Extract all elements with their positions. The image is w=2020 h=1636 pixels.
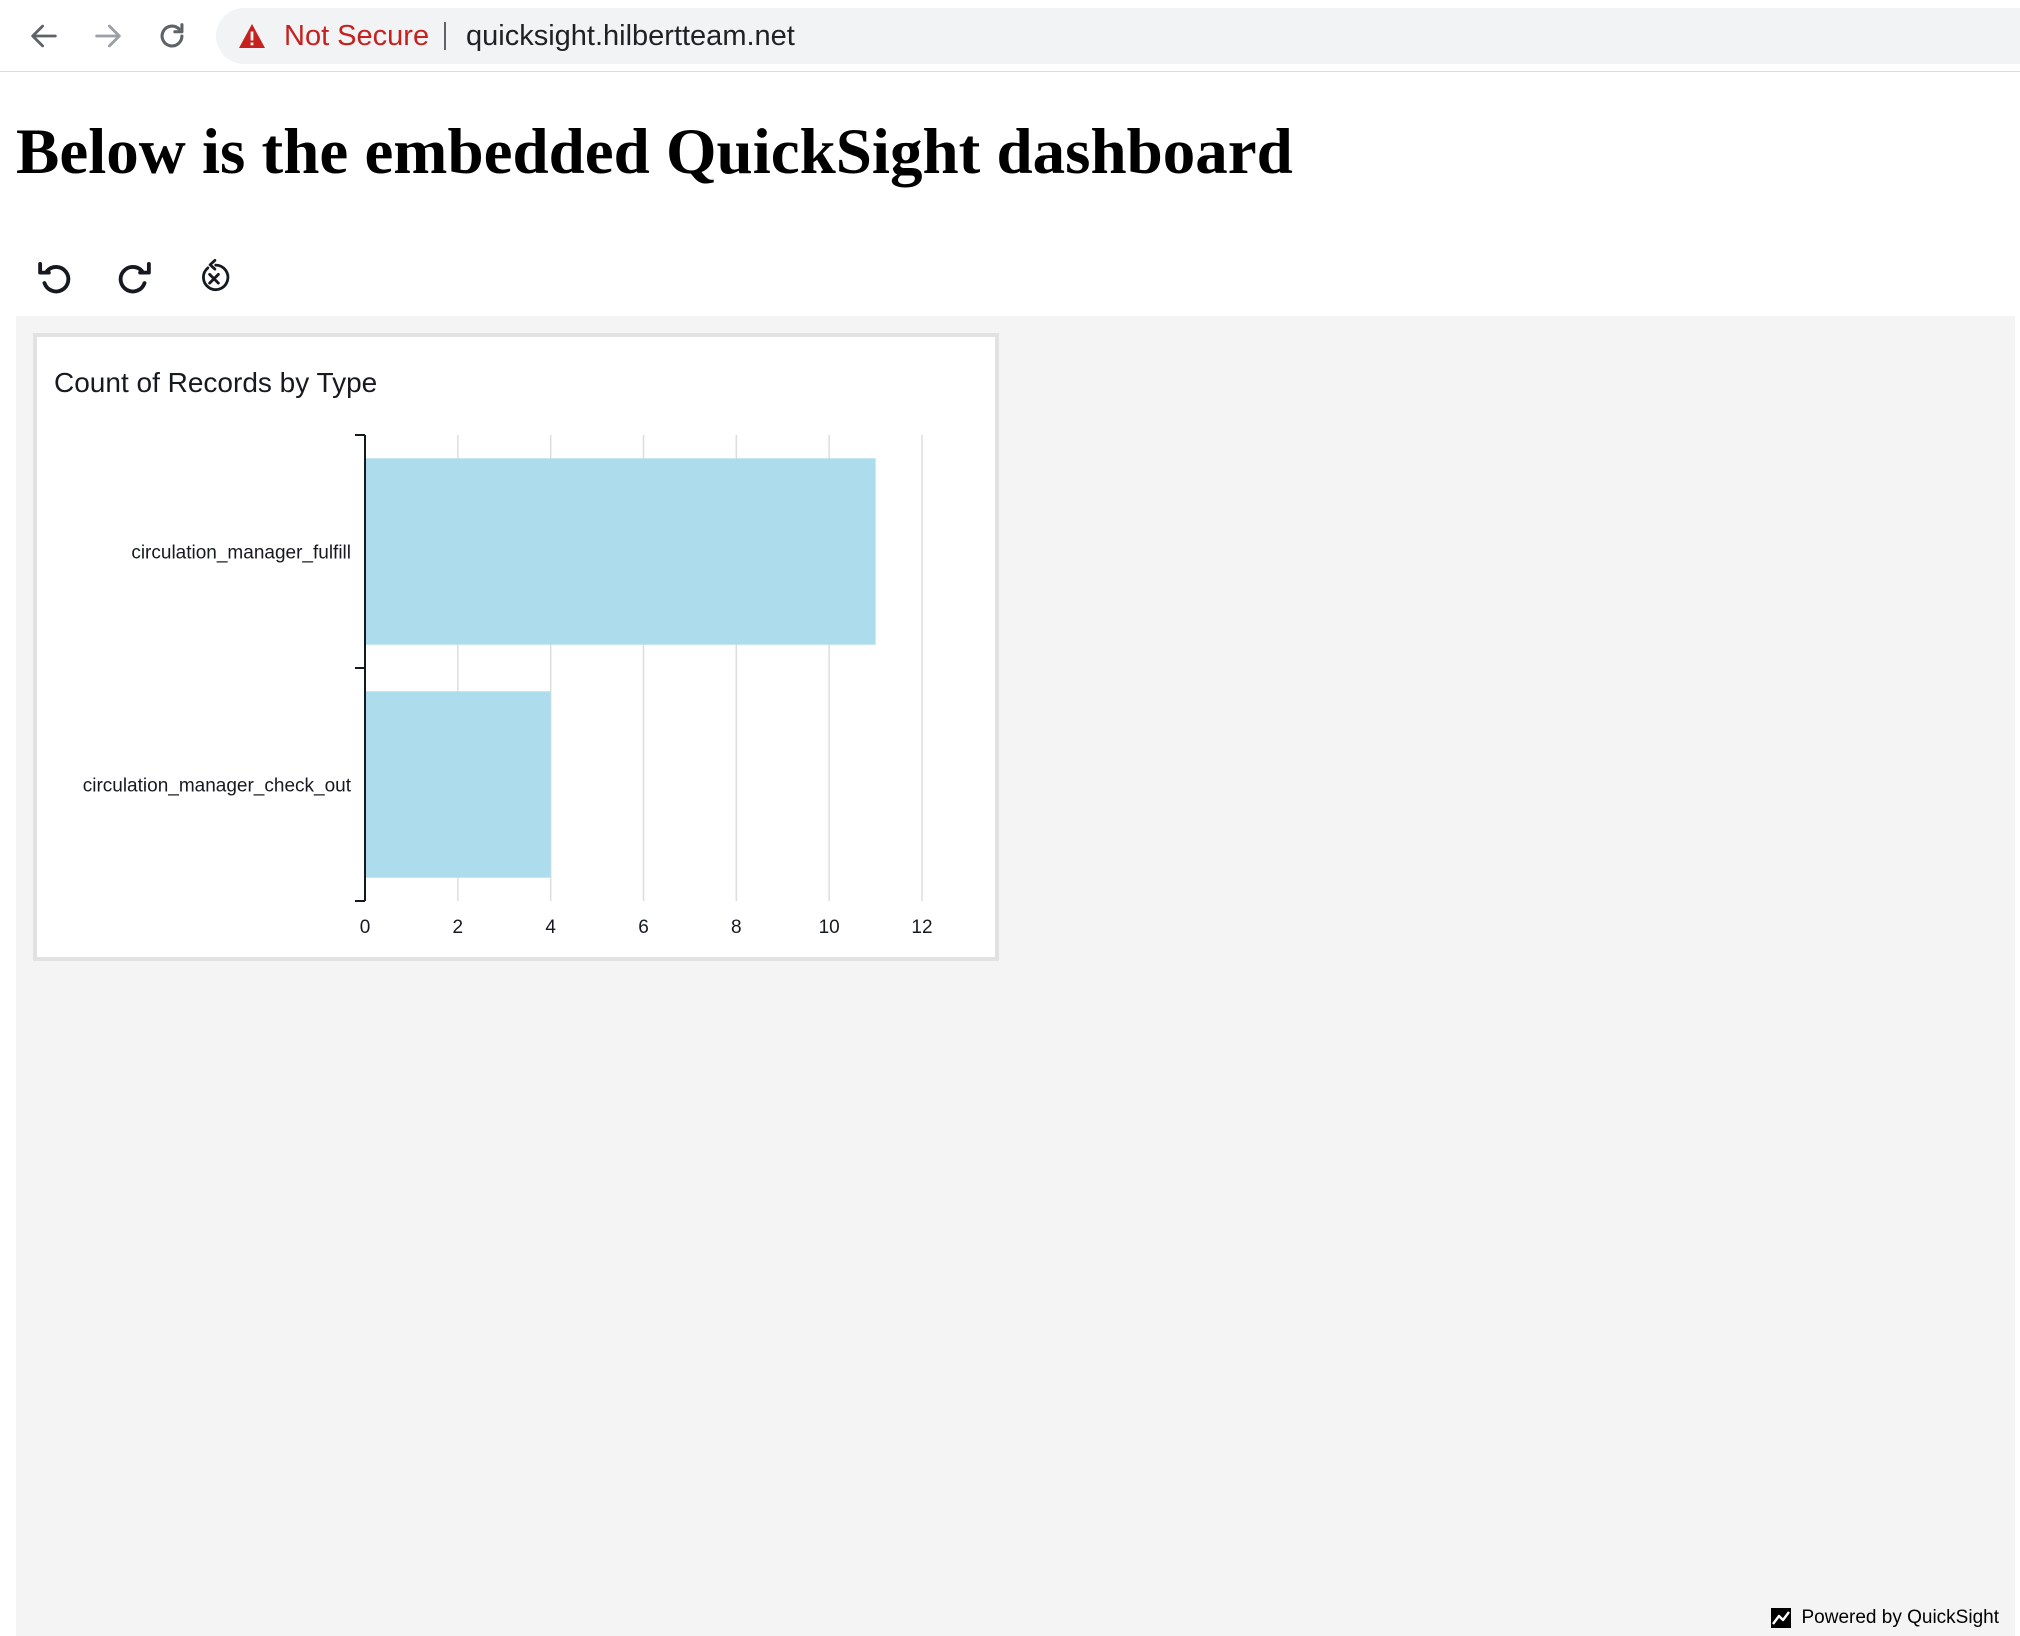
powered-by-quicksight: Powered by QuickSight (1770, 1604, 2000, 1632)
reload-button[interactable] (150, 14, 194, 58)
x-tick-label: 4 (545, 917, 556, 938)
bar (365, 691, 551, 878)
category-label: circulation_manager_fulfill (131, 543, 351, 564)
x-tick-label: 8 (731, 917, 742, 938)
url-text[interactable]: quicksight.hilbertteam.net (466, 8, 795, 64)
dashboard-canvas: Count of Records by Type circulation_man… (16, 316, 2015, 1636)
arrow-left-icon (31, 24, 57, 48)
x-tick-label: 2 (453, 917, 464, 938)
dashboard-toolbar (16, 246, 316, 306)
reset-icon (202, 258, 230, 291)
x-tick-label: 6 (638, 917, 649, 938)
page-heading: Below is the embedded QuickSight dashboa… (16, 116, 1293, 188)
redo-icon (118, 261, 151, 294)
bar (365, 458, 876, 645)
category-label: circulation_manager_check_out (83, 776, 352, 797)
powered-by-label: Powered by QuickSight (1801, 1607, 2000, 1628)
browser-toolbar: Not Secure quicksight.hilbertteam.net (0, 0, 2020, 72)
security-status-label[interactable]: Not Secure (284, 8, 429, 64)
bar-chart: circulation_manager_fulfill circulation_m… (83, 434, 933, 938)
reload-icon (160, 23, 184, 48)
x-tick-label: 10 (819, 917, 840, 938)
quicksight-logo-icon (1770, 1608, 1791, 1628)
bar-chart-visual[interactable]: Count of Records by Type circulation_man… (33, 333, 999, 961)
warning-triangle-icon (239, 24, 265, 48)
x-tick-label: 12 (911, 917, 932, 938)
x-tick-label: 0 (360, 917, 371, 938)
redo-button[interactable] (109, 252, 159, 302)
reset-button[interactable] (189, 252, 239, 302)
address-bar[interactable]: Not Secure quicksight.hilbertteam.net (216, 8, 2020, 64)
forward-button[interactable] (86, 14, 130, 58)
address-divider (444, 22, 446, 50)
back-button[interactable] (22, 14, 66, 58)
arrow-right-icon (95, 24, 121, 48)
undo-button[interactable] (30, 252, 80, 302)
undo-icon (38, 261, 71, 294)
